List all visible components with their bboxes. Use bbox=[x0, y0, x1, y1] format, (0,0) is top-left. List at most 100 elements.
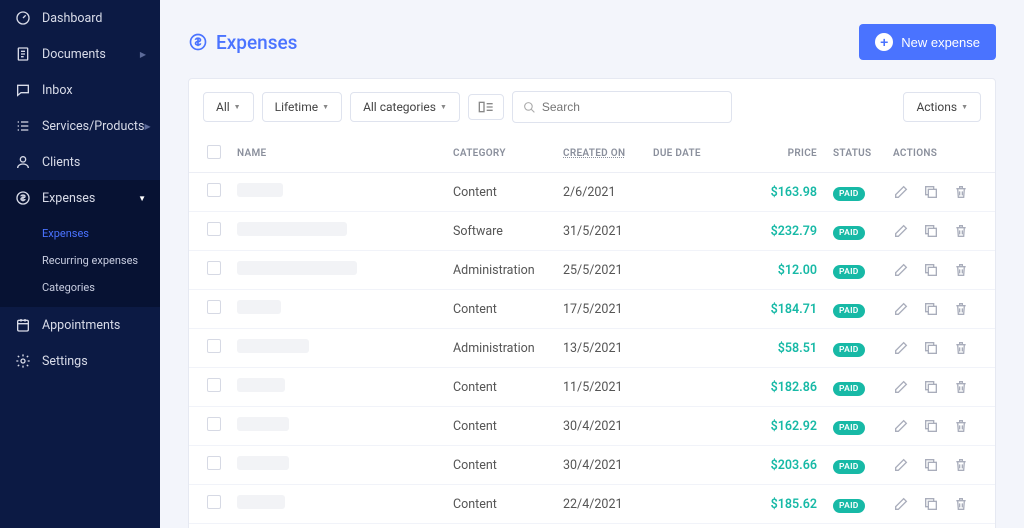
cell-status: PAID bbox=[825, 407, 885, 446]
col-actions[interactable]: ACTIONS bbox=[885, 135, 995, 173]
expenses-card: All▼ Lifetime▼ All categories▼ Actions▼ … bbox=[188, 78, 996, 528]
delete-icon[interactable] bbox=[953, 496, 969, 512]
col-due[interactable]: DUE DATE bbox=[645, 135, 745, 173]
status-badge: PAID bbox=[833, 187, 865, 201]
edit-icon[interactable] bbox=[893, 301, 909, 317]
cell-due bbox=[645, 251, 745, 290]
cell-category: Administration bbox=[445, 251, 555, 290]
cell-price: $184.71 bbox=[745, 290, 825, 329]
cell-status: PAID bbox=[825, 290, 885, 329]
edit-icon[interactable] bbox=[893, 379, 909, 395]
copy-icon[interactable] bbox=[923, 262, 939, 278]
row-checkbox[interactable] bbox=[207, 495, 221, 509]
expenses-table: NAME CATEGORY CREATED ON DUE DATE PRICE … bbox=[189, 135, 995, 528]
sidebar-item-expenses[interactable]: Expenses▼ bbox=[0, 180, 160, 216]
status-badge: PAID bbox=[833, 499, 865, 513]
row-checkbox[interactable] bbox=[207, 339, 221, 353]
copy-icon[interactable] bbox=[923, 457, 939, 473]
sidebar-item-dashboard[interactable]: Dashboard bbox=[0, 0, 160, 36]
delete-icon[interactable] bbox=[953, 418, 969, 434]
sidebar-item-appointments[interactable]: Appointments bbox=[0, 307, 160, 343]
status-badge: PAID bbox=[833, 304, 865, 318]
row-checkbox[interactable] bbox=[207, 456, 221, 470]
copy-icon[interactable] bbox=[923, 223, 939, 239]
col-created[interactable]: CREATED ON bbox=[555, 135, 645, 173]
cell-created: 25/5/2021 bbox=[555, 251, 645, 290]
table-row: Content2/6/2021$163.98PAID bbox=[189, 173, 995, 212]
sidebar-item-services[interactable]: Services/Products▶ bbox=[0, 108, 160, 144]
sub-item-expenses[interactable]: Expenses bbox=[0, 220, 160, 247]
sidebar-item-inbox[interactable]: Inbox bbox=[0, 72, 160, 108]
row-checkbox[interactable] bbox=[207, 183, 221, 197]
edit-icon[interactable] bbox=[893, 340, 909, 356]
col-status[interactable]: STATUS bbox=[825, 135, 885, 173]
edit-icon[interactable] bbox=[893, 496, 909, 512]
cell-category: Administration bbox=[445, 329, 555, 368]
cell-status: PAID bbox=[825, 368, 885, 407]
sidebar-item-settings[interactable]: Settings bbox=[0, 343, 160, 379]
sidebar: Dashboard Documents▶ Inbox Services/Prod… bbox=[0, 0, 160, 528]
filter-lifetime[interactable]: Lifetime▼ bbox=[262, 92, 342, 122]
cell-category: Content bbox=[445, 485, 555, 524]
actions-dropdown[interactable]: Actions▼ bbox=[903, 92, 981, 122]
status-badge: PAID bbox=[833, 226, 865, 240]
edit-icon[interactable] bbox=[893, 184, 909, 200]
delete-icon[interactable] bbox=[953, 379, 969, 395]
filter-categories[interactable]: All categories▼ bbox=[350, 92, 460, 122]
table-row: Content17/5/2021$184.71PAID bbox=[189, 290, 995, 329]
cell-created: 2/6/2021 bbox=[555, 173, 645, 212]
sidebar-item-label: Expenses bbox=[42, 191, 95, 206]
sub-item-categories[interactable]: Categories bbox=[0, 274, 160, 301]
row-checkbox[interactable] bbox=[207, 378, 221, 392]
delete-icon[interactable] bbox=[953, 223, 969, 239]
delete-icon[interactable] bbox=[953, 457, 969, 473]
copy-icon[interactable] bbox=[923, 184, 939, 200]
copy-icon[interactable] bbox=[923, 496, 939, 512]
edit-icon[interactable] bbox=[893, 262, 909, 278]
row-checkbox[interactable] bbox=[207, 417, 221, 431]
row-checkbox[interactable] bbox=[207, 261, 221, 275]
cell-created: 30/4/2021 bbox=[555, 446, 645, 485]
col-price[interactable]: PRICE bbox=[745, 135, 825, 173]
new-expense-button[interactable]: +New expense bbox=[859, 24, 996, 60]
row-checkbox[interactable] bbox=[207, 300, 221, 314]
caret-down-icon: ▼ bbox=[961, 103, 968, 111]
row-checkbox[interactable] bbox=[207, 222, 221, 236]
copy-icon[interactable] bbox=[923, 301, 939, 317]
calendar-icon bbox=[14, 316, 32, 334]
select-all-checkbox[interactable] bbox=[207, 145, 221, 159]
copy-icon[interactable] bbox=[923, 418, 939, 434]
sub-item-recurring[interactable]: Recurring expenses bbox=[0, 247, 160, 274]
sidebar-item-clients[interactable]: Clients bbox=[0, 144, 160, 180]
col-name[interactable]: NAME bbox=[229, 135, 445, 173]
sidebar-item-label: Settings bbox=[42, 354, 88, 369]
delete-icon[interactable] bbox=[953, 301, 969, 317]
caret-down-icon: ▼ bbox=[234, 103, 241, 111]
edit-icon[interactable] bbox=[893, 457, 909, 473]
col-category[interactable]: CATEGORY bbox=[445, 135, 555, 173]
cell-price: $163.98 bbox=[745, 173, 825, 212]
edit-icon[interactable] bbox=[893, 223, 909, 239]
caret-down-icon: ▼ bbox=[440, 103, 447, 111]
sidebar-item-label: Clients bbox=[42, 155, 80, 170]
delete-icon[interactable] bbox=[953, 340, 969, 356]
search-input[interactable] bbox=[542, 100, 721, 114]
cell-due bbox=[645, 329, 745, 368]
cell-due bbox=[645, 368, 745, 407]
cell-due bbox=[645, 290, 745, 329]
expenses-submenu: Expenses Recurring expenses Categories bbox=[0, 216, 160, 307]
status-badge: PAID bbox=[833, 460, 865, 474]
chevron-right-icon: ▶ bbox=[144, 122, 150, 131]
search-box[interactable] bbox=[512, 91, 732, 123]
delete-icon[interactable] bbox=[953, 262, 969, 278]
cell-due bbox=[645, 524, 745, 528]
delete-icon[interactable] bbox=[953, 184, 969, 200]
cell-name bbox=[229, 290, 445, 329]
copy-icon[interactable] bbox=[923, 340, 939, 356]
filter-all[interactable]: All▼ bbox=[203, 92, 254, 122]
copy-icon[interactable] bbox=[923, 379, 939, 395]
table-row: Administration25/5/2021$12.00PAID bbox=[189, 251, 995, 290]
view-toggle-button[interactable] bbox=[468, 94, 504, 120]
edit-icon[interactable] bbox=[893, 418, 909, 434]
sidebar-item-documents[interactable]: Documents▶ bbox=[0, 36, 160, 72]
